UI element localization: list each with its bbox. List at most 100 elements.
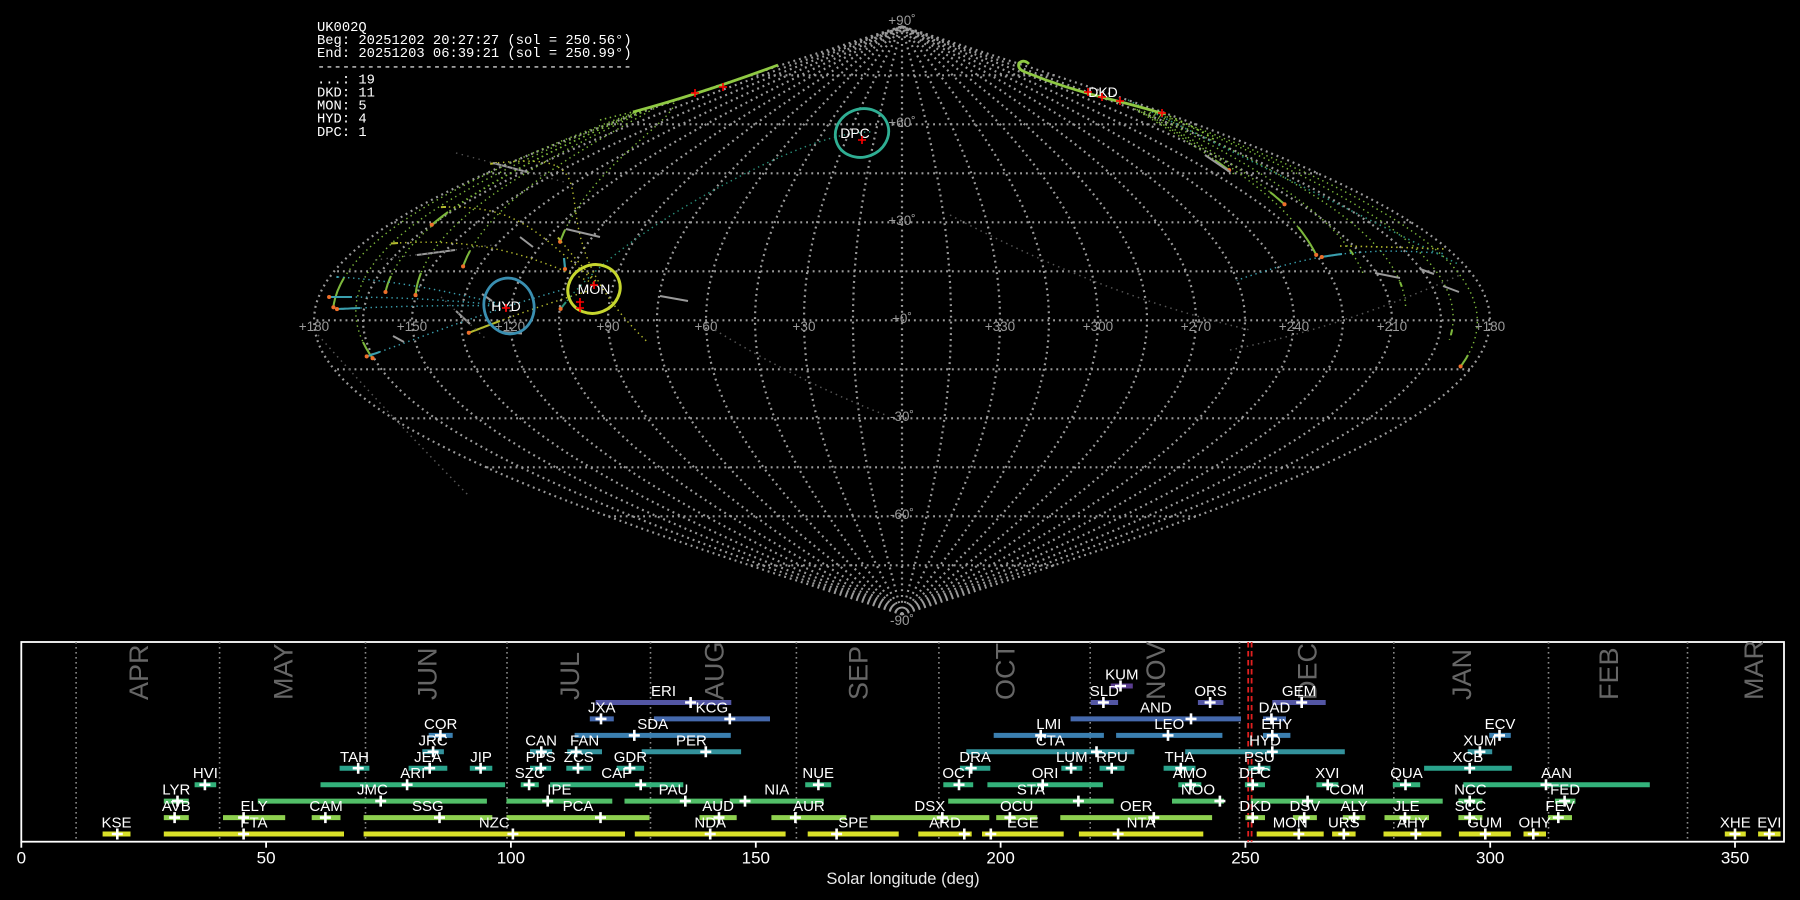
svg-text:QUA: QUA — [1390, 765, 1423, 782]
svg-text:PAU: PAU — [659, 782, 689, 799]
svg-text:HYD: HYD — [1249, 732, 1281, 749]
svg-text:DKD: DKD — [1239, 798, 1271, 815]
svg-text:CAM: CAM — [309, 798, 342, 815]
svg-text:THA: THA — [1165, 749, 1195, 766]
svg-text:+60˚: +60˚ — [888, 115, 915, 130]
svg-text:SSG: SSG — [412, 798, 444, 815]
svg-text:NCC: NCC — [1454, 782, 1487, 799]
svg-text:PER: PER — [676, 732, 707, 749]
svg-text:XUM: XUM — [1463, 732, 1496, 749]
svg-text:AND: AND — [1140, 699, 1172, 716]
svg-text:NZC: NZC — [479, 815, 510, 832]
svg-text:XHE: XHE — [1720, 815, 1751, 832]
svg-text:RPU: RPU — [1096, 749, 1128, 766]
svg-text:NOO: NOO — [1181, 782, 1215, 799]
svg-text:NDA: NDA — [694, 815, 726, 832]
svg-text:+150: +150 — [397, 319, 427, 334]
svg-text:OCT: OCT — [991, 643, 1021, 700]
svg-text:XCB: XCB — [1452, 749, 1483, 766]
svg-text:ORS: ORS — [1194, 683, 1227, 700]
svg-text:EHY: EHY — [1261, 716, 1292, 733]
svg-text:ORI: ORI — [1032, 765, 1059, 782]
svg-text:JIP: JIP — [470, 749, 492, 766]
svg-text:HVI: HVI — [193, 765, 218, 782]
svg-text:+240: +240 — [1279, 319, 1309, 334]
svg-text:+60: +60 — [695, 319, 718, 334]
svg-text:STA: STA — [1017, 782, 1045, 799]
svg-text:XVI: XVI — [1315, 765, 1339, 782]
svg-text:JAN: JAN — [1447, 649, 1477, 700]
svg-text:CAN: CAN — [525, 732, 557, 749]
svg-text:MON: MON — [1273, 815, 1308, 832]
svg-text:FED: FED — [1550, 782, 1580, 799]
svg-text:ERI: ERI — [651, 683, 676, 700]
svg-text:TAH: TAH — [340, 749, 369, 766]
svg-text:DRA: DRA — [959, 749, 991, 766]
svg-text:MAR: MAR — [1739, 640, 1769, 700]
svg-text:AAN: AAN — [1541, 765, 1572, 782]
svg-text:OHY: OHY — [1519, 815, 1552, 832]
svg-text:DPC: DPC — [1239, 765, 1271, 782]
svg-text:NTA: NTA — [1127, 815, 1156, 832]
svg-text:AVB: AVB — [162, 798, 191, 815]
svg-text:OCT: OCT — [942, 765, 974, 782]
svg-text:+30: +30 — [793, 319, 816, 334]
svg-text:LUM: LUM — [1056, 749, 1088, 766]
svg-text:PPS: PPS — [526, 749, 556, 766]
svg-text:URS: URS — [1328, 815, 1360, 832]
svg-text:JMC: JMC — [357, 782, 388, 799]
svg-text:+30˚: +30˚ — [888, 213, 915, 228]
svg-text:+300: +300 — [1083, 319, 1113, 334]
svg-text:SZC: SZC — [515, 765, 545, 782]
svg-text:LMI: LMI — [1036, 716, 1061, 733]
svg-text:AUD: AUD — [702, 798, 734, 815]
svg-text:PSU: PSU — [1244, 749, 1275, 766]
svg-text:ARI: ARI — [400, 765, 425, 782]
svg-text:SLD: SLD — [1090, 683, 1119, 700]
svg-text:-30˚: -30˚ — [890, 409, 914, 424]
svg-text:COM: COM — [1329, 782, 1364, 799]
svg-text:MAY: MAY — [269, 643, 299, 700]
svg-text:ELY: ELY — [240, 798, 267, 815]
svg-text:+180: +180 — [299, 319, 329, 334]
svg-text:FTA: FTA — [240, 815, 267, 832]
svg-text:OCU: OCU — [1000, 798, 1033, 815]
svg-text:FEV: FEV — [1545, 798, 1574, 815]
svg-text:NIA: NIA — [764, 782, 789, 799]
svg-text:GEM: GEM — [1282, 683, 1316, 700]
svg-text:SCC: SCC — [1455, 798, 1487, 815]
svg-text:300: 300 — [1476, 849, 1504, 868]
svg-text:LEO: LEO — [1154, 716, 1184, 733]
svg-text:IPE: IPE — [547, 782, 571, 799]
svg-text:SPE: SPE — [838, 815, 868, 832]
svg-text:+330: +330 — [985, 319, 1015, 334]
svg-text:JUL: JUL — [555, 652, 585, 700]
svg-text:JEA: JEA — [414, 749, 442, 766]
svg-text:350: 350 — [1721, 849, 1749, 868]
svg-text:FEB: FEB — [1594, 647, 1624, 700]
svg-text:JUN: JUN — [412, 648, 442, 701]
svg-text:100: 100 — [497, 849, 525, 868]
svg-text:GDR: GDR — [614, 749, 648, 766]
svg-text:150: 150 — [742, 849, 770, 868]
svg-text:0: 0 — [17, 849, 26, 868]
svg-text:JLE: JLE — [1394, 798, 1420, 815]
svg-text:GUM: GUM — [1467, 815, 1502, 832]
svg-text:-60˚: -60˚ — [890, 507, 914, 522]
svg-text:JRC: JRC — [419, 732, 448, 749]
svg-text:250: 250 — [1231, 849, 1259, 868]
svg-text:AHY: AHY — [1397, 815, 1428, 832]
svg-text:+90: +90 — [597, 319, 620, 334]
svg-text:KCG: KCG — [696, 699, 729, 716]
svg-text:AMO: AMO — [1173, 765, 1207, 782]
svg-text:+270: +270 — [1181, 319, 1211, 334]
svg-text:DPC: 1: DPC: 1 — [317, 126, 367, 141]
svg-text:ZCS: ZCS — [564, 749, 594, 766]
svg-text:COR: COR — [424, 716, 458, 733]
svg-text:AUG: AUG — [699, 641, 729, 700]
svg-text:200: 200 — [986, 849, 1014, 868]
svg-text:DSX: DSX — [914, 798, 945, 815]
svg-text:+90˚: +90˚ — [888, 13, 915, 28]
svg-text:LYR: LYR — [162, 782, 190, 799]
svg-text:DPC: DPC — [840, 125, 870, 141]
